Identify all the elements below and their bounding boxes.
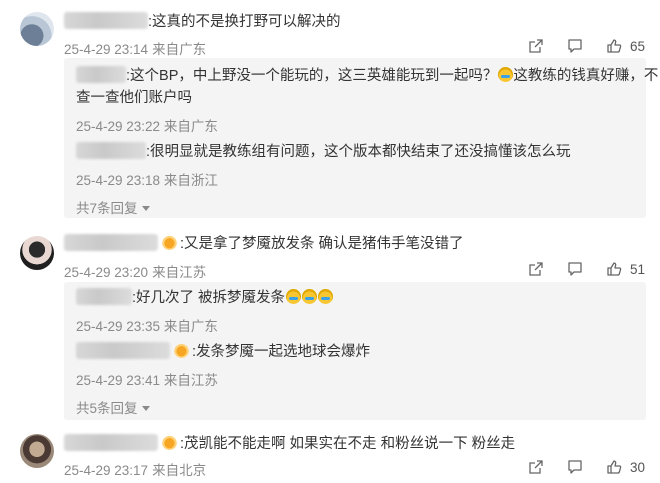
comment-actions: 51 xyxy=(505,261,646,277)
username-redacted[interactable] xyxy=(76,142,146,159)
reply-meta: 25-4-29 23:35 来自广东 xyxy=(76,315,218,335)
thumbs-up-icon[interactable] xyxy=(606,38,622,54)
reply-date: 25-4-29 23:41 xyxy=(76,373,161,388)
fan-badge-icon xyxy=(174,343,189,358)
crying-emoji-icon xyxy=(302,289,318,304)
thumbs-up-icon[interactable] xyxy=(606,261,622,277)
comment-meta: 25-4-29 23:20 来自江苏 xyxy=(64,261,206,281)
reply-text: :发条梦魇一起选地球会爆炸 xyxy=(76,342,370,362)
comment-text: :这真的不是换打野可以解决的 xyxy=(64,12,341,32)
crying-emoji-icon xyxy=(286,289,302,304)
comment-location: 来自江苏 xyxy=(152,265,207,280)
avatar[interactable] xyxy=(20,236,54,270)
reply-list: :好几次了 被拆梦魇发条 25-4-29 23:35 来自广东 :发条梦魇一起选… xyxy=(64,282,646,420)
comment-date: 25-4-29 23:20 xyxy=(64,265,149,280)
more-replies-link[interactable]: 共7条回复 xyxy=(76,197,150,217)
chevron-down-icon xyxy=(141,206,150,211)
reply-list: :这个BP，中上野没一个能玩的，这三英雄能玩到一起吗？ 这教练的钱真好赚，不 查一… xyxy=(64,58,658,218)
comment-text: :茂凯能不能走啊 如果实在不走 和粉丝说一下 粉丝走 xyxy=(64,434,515,454)
comment-item: :茂凯能不能走啊 如果实在不走 和粉丝说一下 粉丝走 25-4-29 23:17… xyxy=(0,424,660,483)
share-icon[interactable] xyxy=(528,261,544,277)
reply-date: 25-4-29 23:18 xyxy=(76,173,161,188)
like-count: 65 xyxy=(630,38,646,54)
reply-location: 来自江苏 xyxy=(163,373,218,388)
comment-icon[interactable] xyxy=(567,38,583,54)
reply-meta: 25-4-29 23:22 来自广东 xyxy=(76,115,218,135)
reply-location: 来自广东 xyxy=(163,119,218,134)
comment-location: 来自北京 xyxy=(152,463,207,478)
reply-location: 来自浙江 xyxy=(163,173,218,188)
like-count: 30 xyxy=(630,459,646,475)
laughing-emoji-icon xyxy=(498,67,514,82)
username-redacted[interactable] xyxy=(76,288,132,305)
username-redacted[interactable] xyxy=(64,434,158,451)
reply-meta: 25-4-29 23:18 来自浙江 xyxy=(76,169,218,189)
comment-icon[interactable] xyxy=(567,459,583,475)
reply-text-continued: 查一查他们账户吗 xyxy=(76,90,192,106)
crying-emoji-icon xyxy=(318,289,334,304)
comment-meta: 25-4-29 23:17 来自北京 xyxy=(64,459,206,479)
comment-date: 25-4-29 23:17 xyxy=(64,463,149,478)
comment-item: :这真的不是换打野可以解决的 25-4-29 23:14 来自广东 65 :这个B… xyxy=(0,0,660,232)
reply-text: :好几次了 被拆梦魇发条 xyxy=(76,288,334,308)
comment-date: 25-4-29 23:14 xyxy=(64,42,149,57)
avatar[interactable] xyxy=(20,12,54,46)
reply-date: 25-4-29 23:22 xyxy=(76,119,161,134)
chevron-down-icon xyxy=(141,406,150,411)
fan-badge-icon xyxy=(162,435,177,450)
reply-date: 25-4-29 23:35 xyxy=(76,319,161,334)
thumbs-up-icon[interactable] xyxy=(606,459,622,475)
comment-actions: 65 xyxy=(505,38,646,54)
username-redacted[interactable] xyxy=(64,12,148,29)
comment-meta: 25-4-29 23:14 来自广东 xyxy=(64,38,206,58)
username-redacted[interactable] xyxy=(76,66,126,83)
comment-icon[interactable] xyxy=(567,261,583,277)
comment-item: :又是拿了梦魇放发条 确认是猪伟手笔没错了 25-4-29 23:20 来自江苏 … xyxy=(0,232,660,432)
share-icon[interactable] xyxy=(528,459,544,475)
reply-location: 来自广东 xyxy=(163,319,218,334)
comment-text: :又是拿了梦魇放发条 确认是猪伟手笔没错了 xyxy=(64,234,464,254)
username-redacted[interactable] xyxy=(64,234,158,251)
share-icon[interactable] xyxy=(528,38,544,54)
more-replies-link[interactable]: 共5条回复 xyxy=(76,397,150,417)
reply-meta: 25-4-29 23:41 来自江苏 xyxy=(76,369,218,389)
avatar[interactable] xyxy=(20,434,54,468)
reply-text: :这个BP，中上野没一个能玩的，这三英雄能玩到一起吗？ 这教练的钱真好赚，不 xyxy=(76,66,658,86)
reply-text: :很明显就是教练组有问题，这个版本都快结束了还没搞懂该怎么玩 xyxy=(76,142,571,162)
username-redacted[interactable] xyxy=(76,342,170,359)
fan-badge-icon xyxy=(162,235,177,250)
like-count: 51 xyxy=(630,261,646,277)
comment-actions: 30 xyxy=(505,459,646,475)
comment-location: 来自广东 xyxy=(152,42,207,57)
